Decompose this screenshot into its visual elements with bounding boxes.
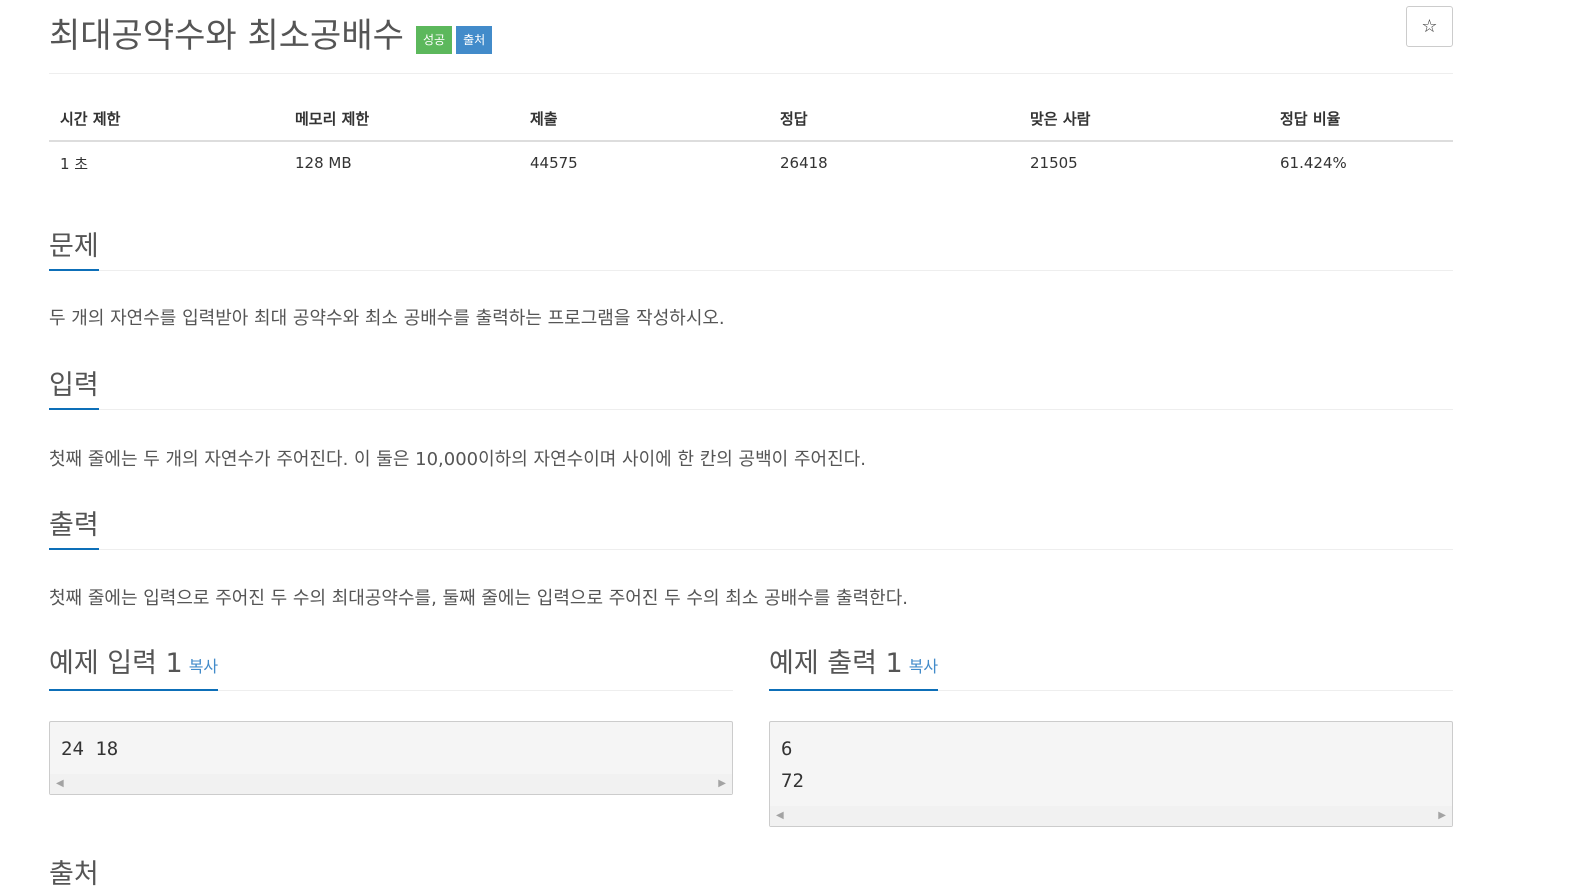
header-submissions: 제출 [519, 96, 769, 142]
output-section: 출력 첫째 줄에는 입력으로 주어진 두 수의 최대공약수를, 둘째 줄에는 입… [49, 503, 1453, 609]
sample-input-heading: 예제 입력 1 복사 [49, 648, 219, 691]
header-solvers: 맞은 사람 [1019, 96, 1269, 142]
table-row: 1 초 128 MB 44575 26418 21505 61.424% [49, 141, 1453, 184]
time-limit-value: 1 초 [60, 154, 89, 173]
sample-output-line: 72 [781, 770, 804, 792]
sample-output-panel: 예제 출력 1 복사 6 72 ◀ ▶ [769, 642, 1453, 827]
scroll-left-arrow-icon[interactable]: ◀ [56, 778, 64, 789]
problem-section-header: 문제 [49, 224, 1453, 271]
sample-output-box[interactable]: 6 72 ◀ ▶ [769, 721, 1453, 827]
sample-output-line: 6 [781, 738, 793, 760]
scroll-left-arrow-icon[interactable]: ◀ [776, 810, 784, 821]
header-accepted: 정답 [769, 96, 1019, 142]
header-memory-limit: 메모리 제한 [284, 96, 519, 142]
sample-input-box[interactable]: 24 18 ◀ ▶ [49, 721, 733, 795]
sample-output-header: 예제 출력 1 복사 [769, 642, 1453, 691]
favorite-button[interactable]: ☆ [1406, 6, 1453, 47]
success-badge[interactable]: 성공 [416, 26, 453, 54]
problem-info-table: 시간 제한 메모리 제한 제출 정답 맞은 사람 정답 비율 1 초 128 M… [49, 96, 1453, 184]
output-description: 첫째 줄에는 입력으로 주어진 두 수의 최대공약수를, 둘째 줄에는 입력으로… [49, 588, 909, 609]
horizontal-scrollbar[interactable]: ◀ ▶ [50, 774, 732, 794]
badge-group: 성공 출처 [416, 26, 493, 54]
problem-description: 두 개의 자연수를 입력받아 최대 공약수와 최소 공배수를 출력하는 프로그램… [49, 308, 725, 329]
solvers-value: 21505 [1030, 154, 1078, 172]
table-header-row: 시간 제한 메모리 제한 제출 정답 맞은 사람 정답 비율 [49, 96, 1453, 142]
accepted-value: 26418 [780, 154, 828, 172]
input-section-title: 입력 [49, 371, 99, 410]
horizontal-scrollbar[interactable]: ◀ ▶ [770, 806, 1452, 826]
output-section-header: 출력 [49, 503, 1453, 550]
sample-input-header: 예제 입력 1 복사 [49, 642, 733, 691]
input-section-header: 입력 [49, 363, 1453, 410]
sample-input-panel: 예제 입력 1 복사 24 18 ◀ ▶ [49, 642, 733, 795]
problem-page: 최대공약수와 최소공배수 성공 출처 ☆ 시간 제한 메모리 제한 제출 정답 … [0, 0, 1592, 890]
problem-section-title: 문제 [49, 232, 99, 271]
sample-input-line: 24 18 [61, 738, 119, 760]
source-section-title: 출처 [49, 859, 99, 890]
header-time-limit: 시간 제한 [49, 96, 284, 142]
copy-input-link[interactable]: 복사 [189, 657, 218, 676]
sample-input-title: 예제 입력 1 [49, 648, 183, 679]
source-badge[interactable]: 출처 [456, 26, 493, 54]
sample-output-title: 예제 출력 1 [769, 648, 903, 679]
input-section: 입력 첫째 줄에는 두 개의 자연수가 주어진다. 이 둘은 10,000이하의… [49, 363, 1453, 470]
header-ratio: 정답 비율 [1269, 96, 1453, 142]
memory-limit-value: 128 MB [295, 154, 352, 172]
submissions-value: 44575 [530, 154, 578, 172]
star-icon: ☆ [1421, 16, 1438, 37]
scroll-right-arrow-icon[interactable]: ▶ [718, 778, 726, 789]
title-divider [49, 73, 1453, 74]
problem-section: 문제 두 개의 자연수를 입력받아 최대 공약수와 최소 공배수를 출력하는 프… [49, 224, 1453, 329]
copy-output-link[interactable]: 복사 [909, 657, 938, 676]
title-row: 최대공약수와 최소공배수 성공 출처 ☆ [49, 4, 1453, 64]
scroll-right-arrow-icon[interactable]: ▶ [1438, 810, 1446, 821]
problem-title: 최대공약수와 최소공배수 [49, 16, 404, 56]
sample-output-heading: 예제 출력 1 복사 [769, 648, 939, 691]
ratio-value: 61.424% [1280, 154, 1347, 172]
output-section-title: 출력 [49, 511, 99, 550]
input-description: 첫째 줄에는 두 개의 자연수가 주어진다. 이 둘은 10,000이하의 자연… [49, 449, 866, 470]
